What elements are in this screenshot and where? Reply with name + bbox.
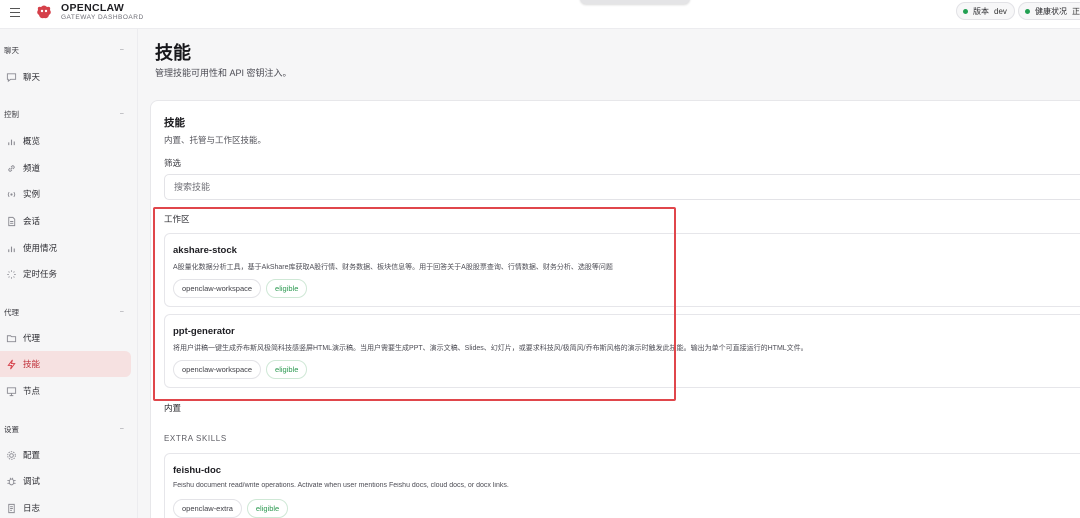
sidebar-item-config[interactable]: 配置 bbox=[0, 442, 131, 468]
nav-label: 调试 bbox=[23, 476, 41, 486]
nav-label: 代理 bbox=[23, 333, 41, 343]
collapse-icon[interactable]: − bbox=[120, 45, 124, 54]
status-badge: eligible bbox=[246, 499, 289, 518]
nav-label: 节点 bbox=[23, 386, 41, 396]
page-title: 技能 bbox=[155, 43, 191, 63]
hamburger-line bbox=[10, 12, 20, 14]
link-icon bbox=[5, 162, 17, 174]
window-drag-handle[interactable] bbox=[580, 0, 690, 4]
bar-chart-icon bbox=[5, 242, 17, 254]
skill-name: ppt-generator bbox=[173, 326, 235, 337]
nav-label: 日志 bbox=[23, 503, 41, 513]
source-badge: openclaw-workspace bbox=[173, 360, 262, 379]
top-bar: OPENCLAW GATEWAY DASHBOARD 版本 dev 健康状况 正… bbox=[0, 0, 1080, 29]
skill-tags: openclaw-workspace eligible bbox=[173, 279, 308, 298]
version-pill: 版本 dev bbox=[956, 2, 1015, 20]
sidebar-item-channels[interactable]: 频道 bbox=[0, 155, 131, 181]
version-value: dev bbox=[994, 6, 1007, 16]
group-label: 聊天 bbox=[4, 46, 19, 55]
monitor-icon bbox=[5, 385, 17, 397]
hamburger-line bbox=[10, 8, 20, 10]
brand-name: OPENCLAW bbox=[61, 2, 125, 14]
document-icon bbox=[5, 215, 17, 227]
nav-label: 概览 bbox=[23, 136, 41, 146]
brand-subtitle: GATEWAY DASHBOARD bbox=[61, 14, 144, 21]
skill-tags: openclaw-workspace eligible bbox=[173, 360, 308, 379]
status-dot-icon bbox=[963, 8, 968, 14]
skill-card-ppt-generator[interactable]: ppt-generator 将用户讲稿一键生成乔布斯风极简科技感竖屏HTML演示… bbox=[164, 314, 1080, 388]
extra-skills-section-label: EXTRA SKILLS bbox=[164, 434, 227, 443]
status-dot-icon bbox=[1025, 8, 1030, 14]
nav-label: 技能 bbox=[23, 359, 41, 369]
sidebar-item-agents[interactable]: 代理 bbox=[0, 325, 131, 351]
log-icon bbox=[5, 502, 17, 514]
skill-description: 将用户讲稿一键生成乔布斯风极简科技感竖屏HTML演示稿。当用户需要生成PPT、演… bbox=[173, 345, 808, 352]
status-badge: eligible bbox=[266, 360, 308, 379]
sidebar-item-overview[interactable]: 概览 bbox=[0, 128, 131, 154]
sidebar-group-chat[interactable]: 聊天 − bbox=[4, 45, 128, 59]
nav-label: 配置 bbox=[23, 450, 41, 460]
skill-description: A股量化数据分析工具，基于AkShare库获取A股行情、财务数据、板块信息等。用… bbox=[173, 264, 613, 271]
sidebar-group-agent[interactable]: 代理 − bbox=[4, 307, 128, 321]
nav-label: 会话 bbox=[23, 216, 41, 226]
gear-icon bbox=[5, 449, 17, 461]
sidebar-item-logs[interactable]: 日志 bbox=[0, 495, 131, 518]
sidebar-item-debug[interactable]: 调试 bbox=[0, 468, 131, 494]
card-subtitle: 内置、托管与工作区技能。 bbox=[164, 135, 267, 145]
skill-card-feishu-doc[interactable]: feishu-doc Feishu document read/write op… bbox=[164, 453, 1080, 518]
nav-label: 定时任务 bbox=[23, 269, 58, 279]
sidebar-item-usage[interactable]: 使用情况 bbox=[0, 235, 131, 261]
skill-description: Feishu document read/write operations. A… bbox=[173, 482, 509, 489]
sidebar-item-chat[interactable]: 聊天 bbox=[0, 64, 131, 90]
openclaw-logo-icon bbox=[37, 5, 51, 19]
workspace-section-label: 工作区 bbox=[164, 214, 190, 224]
bar-chart-icon bbox=[5, 135, 17, 147]
nav-label: 使用情况 bbox=[23, 243, 58, 253]
page-subtitle: 管理技能可用性和 API 密钥注入。 bbox=[155, 68, 292, 78]
builtin-section-label: 内置 bbox=[164, 403, 182, 413]
version-label: 版本 bbox=[973, 6, 989, 16]
collapse-icon[interactable]: − bbox=[120, 109, 124, 118]
group-label: 控制 bbox=[4, 110, 19, 119]
hamburger-line bbox=[10, 16, 20, 18]
lightning-icon bbox=[5, 358, 17, 370]
sidebar-group-settings[interactable]: 设置 − bbox=[4, 424, 128, 438]
collapse-icon[interactable]: − bbox=[120, 424, 124, 433]
group-label: 设置 bbox=[4, 425, 19, 434]
skill-card-akshare-stock[interactable]: akshare-stock A股量化数据分析工具，基于AkShare库获取A股行… bbox=[164, 233, 1080, 307]
sidebar-item-sessions[interactable]: 会话 bbox=[0, 208, 131, 234]
skill-search-input[interactable] bbox=[164, 174, 1080, 200]
bug-icon bbox=[5, 475, 17, 487]
collapse-icon[interactable]: − bbox=[120, 307, 124, 316]
filter-label: 筛选 bbox=[164, 158, 182, 168]
health-pill: 健康状况 正常 bbox=[1018, 2, 1080, 20]
chat-icon bbox=[5, 71, 17, 83]
sidebar-item-skills[interactable]: 技能 bbox=[0, 351, 131, 377]
loader-icon bbox=[5, 268, 17, 280]
sidebar-item-cron[interactable]: 定时任务 bbox=[0, 261, 131, 287]
menu-toggle-button[interactable] bbox=[8, 6, 24, 20]
sidebar-group-control[interactable]: 控制 − bbox=[4, 109, 128, 123]
sidebar-item-instances[interactable]: 实例 bbox=[0, 181, 131, 207]
health-label: 健康状况 bbox=[1035, 6, 1067, 16]
broadcast-icon bbox=[5, 188, 17, 200]
nav-label: 聊天 bbox=[23, 72, 41, 82]
nav-label: 实例 bbox=[23, 189, 41, 199]
skill-name: feishu-doc bbox=[173, 465, 222, 476]
card-title: 技能 bbox=[164, 117, 185, 129]
nav-label: 频道 bbox=[23, 163, 41, 173]
folder-icon bbox=[5, 332, 17, 344]
skill-tags: openclaw-extra eligible bbox=[173, 499, 289, 518]
source-badge: openclaw-workspace bbox=[173, 279, 262, 298]
sidebar-item-nodes[interactable]: 节点 bbox=[0, 378, 131, 404]
source-badge: openclaw-extra bbox=[173, 499, 242, 518]
health-value: 正常 bbox=[1072, 6, 1080, 16]
group-label: 代理 bbox=[4, 308, 19, 317]
status-badge: eligible bbox=[266, 279, 308, 298]
skill-name: akshare-stock bbox=[173, 245, 237, 256]
